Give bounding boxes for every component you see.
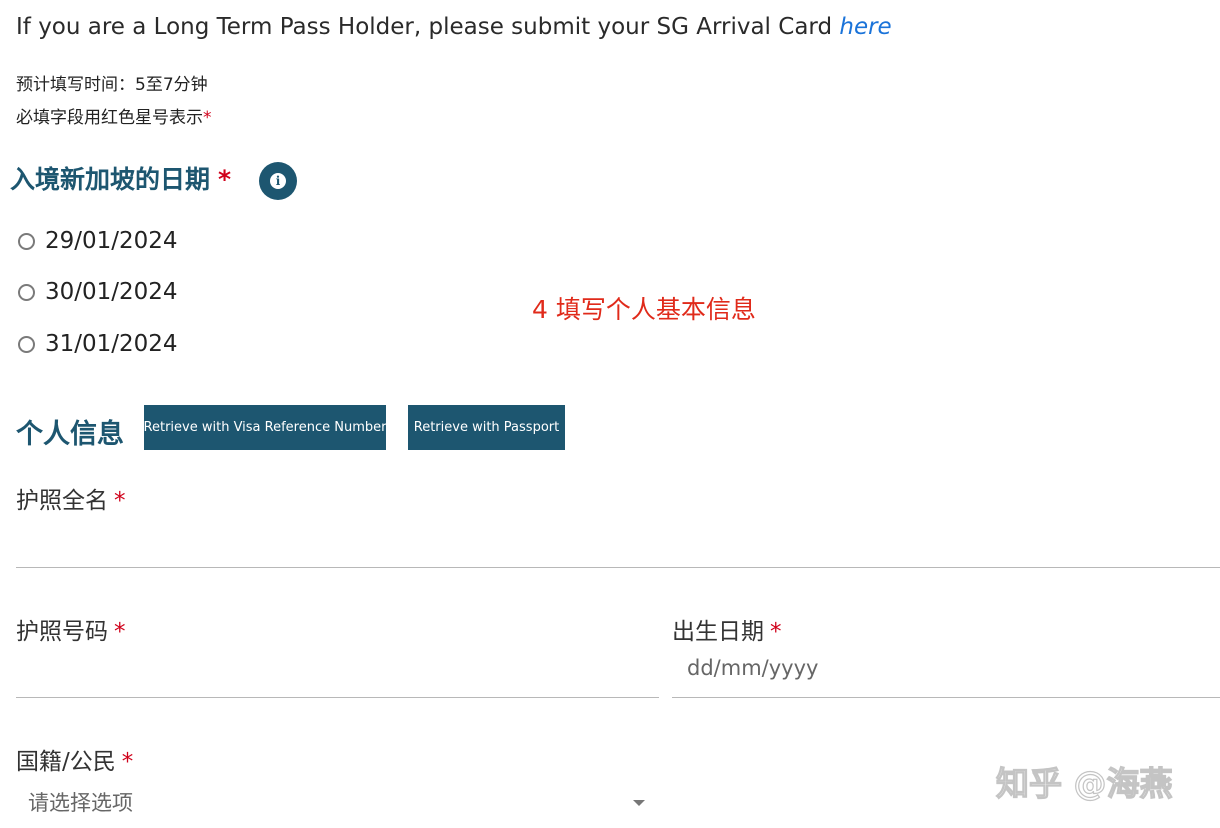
passport-number-label: 护照号码 * bbox=[16, 612, 126, 646]
date-option-2[interactable]: 30/01/2024 bbox=[18, 279, 178, 305]
date-option-3[interactable]: 31/01/2024 bbox=[18, 331, 178, 357]
radio-button[interactable] bbox=[18, 232, 35, 250]
nationality-label: 国籍/公民 * bbox=[16, 742, 133, 776]
dob-underline bbox=[672, 697, 1220, 698]
retrieve-visa-button[interactable]: Retrieve with Visa Reference Number bbox=[144, 405, 386, 450]
info-icon[interactable]: i bbox=[259, 162, 297, 200]
required-note-text: 必填字段用红色星号表示 bbox=[16, 108, 203, 128]
radio-button[interactable] bbox=[18, 335, 35, 353]
arrival-date-heading: 入境新加坡的日期 * bbox=[10, 160, 231, 196]
passport-name-label-text: 护照全名 bbox=[16, 488, 108, 514]
nationality-select[interactable]: 请选择选项 bbox=[28, 787, 133, 817]
dob-input[interactable]: dd/mm/yyyy bbox=[687, 656, 818, 680]
dob-label: 出生日期 * bbox=[672, 612, 782, 646]
radio-button[interactable] bbox=[18, 283, 35, 301]
passport-name-input[interactable] bbox=[16, 567, 1220, 568]
long-term-pass-notice: If you are a Long Term Pass Holder, plea… bbox=[16, 14, 892, 40]
notice-text: If you are a Long Term Pass Holder, plea… bbox=[16, 14, 840, 40]
time-estimate: 预计填写时间：5至7分钟 bbox=[16, 75, 208, 95]
passport-number-input[interactable] bbox=[16, 697, 659, 698]
date-option-1[interactable]: 29/01/2024 bbox=[18, 228, 178, 254]
passport-number-label-text: 护照号码 bbox=[16, 619, 108, 645]
required-asterisk: * bbox=[218, 165, 232, 194]
personal-info-heading: 个人信息 bbox=[16, 419, 124, 450]
nationality-label-text: 国籍/公民 bbox=[16, 749, 116, 775]
retrieve-passport-button[interactable]: Retrieve with Passport bbox=[408, 405, 565, 450]
date-option-label: 31/01/2024 bbox=[45, 331, 178, 357]
required-asterisk: * bbox=[203, 108, 212, 128]
date-option-label: 29/01/2024 bbox=[45, 228, 178, 254]
chevron-down-icon[interactable] bbox=[633, 800, 645, 806]
info-glyph: i bbox=[270, 173, 286, 189]
required-note: 必填字段用红色星号表示* bbox=[16, 103, 212, 128]
date-option-label: 30/01/2024 bbox=[45, 279, 178, 305]
required-asterisk: * bbox=[770, 619, 782, 645]
step-annotation: 4 填写个人基本信息 bbox=[532, 295, 756, 324]
required-asterisk: * bbox=[121, 749, 134, 775]
here-link[interactable]: here bbox=[839, 14, 891, 40]
arrival-date-title: 入境新加坡的日期 bbox=[10, 165, 211, 194]
required-asterisk: * bbox=[114, 488, 126, 514]
dob-label-text: 出生日期 bbox=[672, 619, 764, 645]
arrival-card-form: If you are a Long Term Pass Holder, plea… bbox=[0, 0, 1220, 828]
watermark: 知乎 @海燕 bbox=[995, 763, 1173, 803]
passport-name-label: 护照全名 * bbox=[16, 481, 126, 515]
required-asterisk: * bbox=[114, 619, 126, 645]
